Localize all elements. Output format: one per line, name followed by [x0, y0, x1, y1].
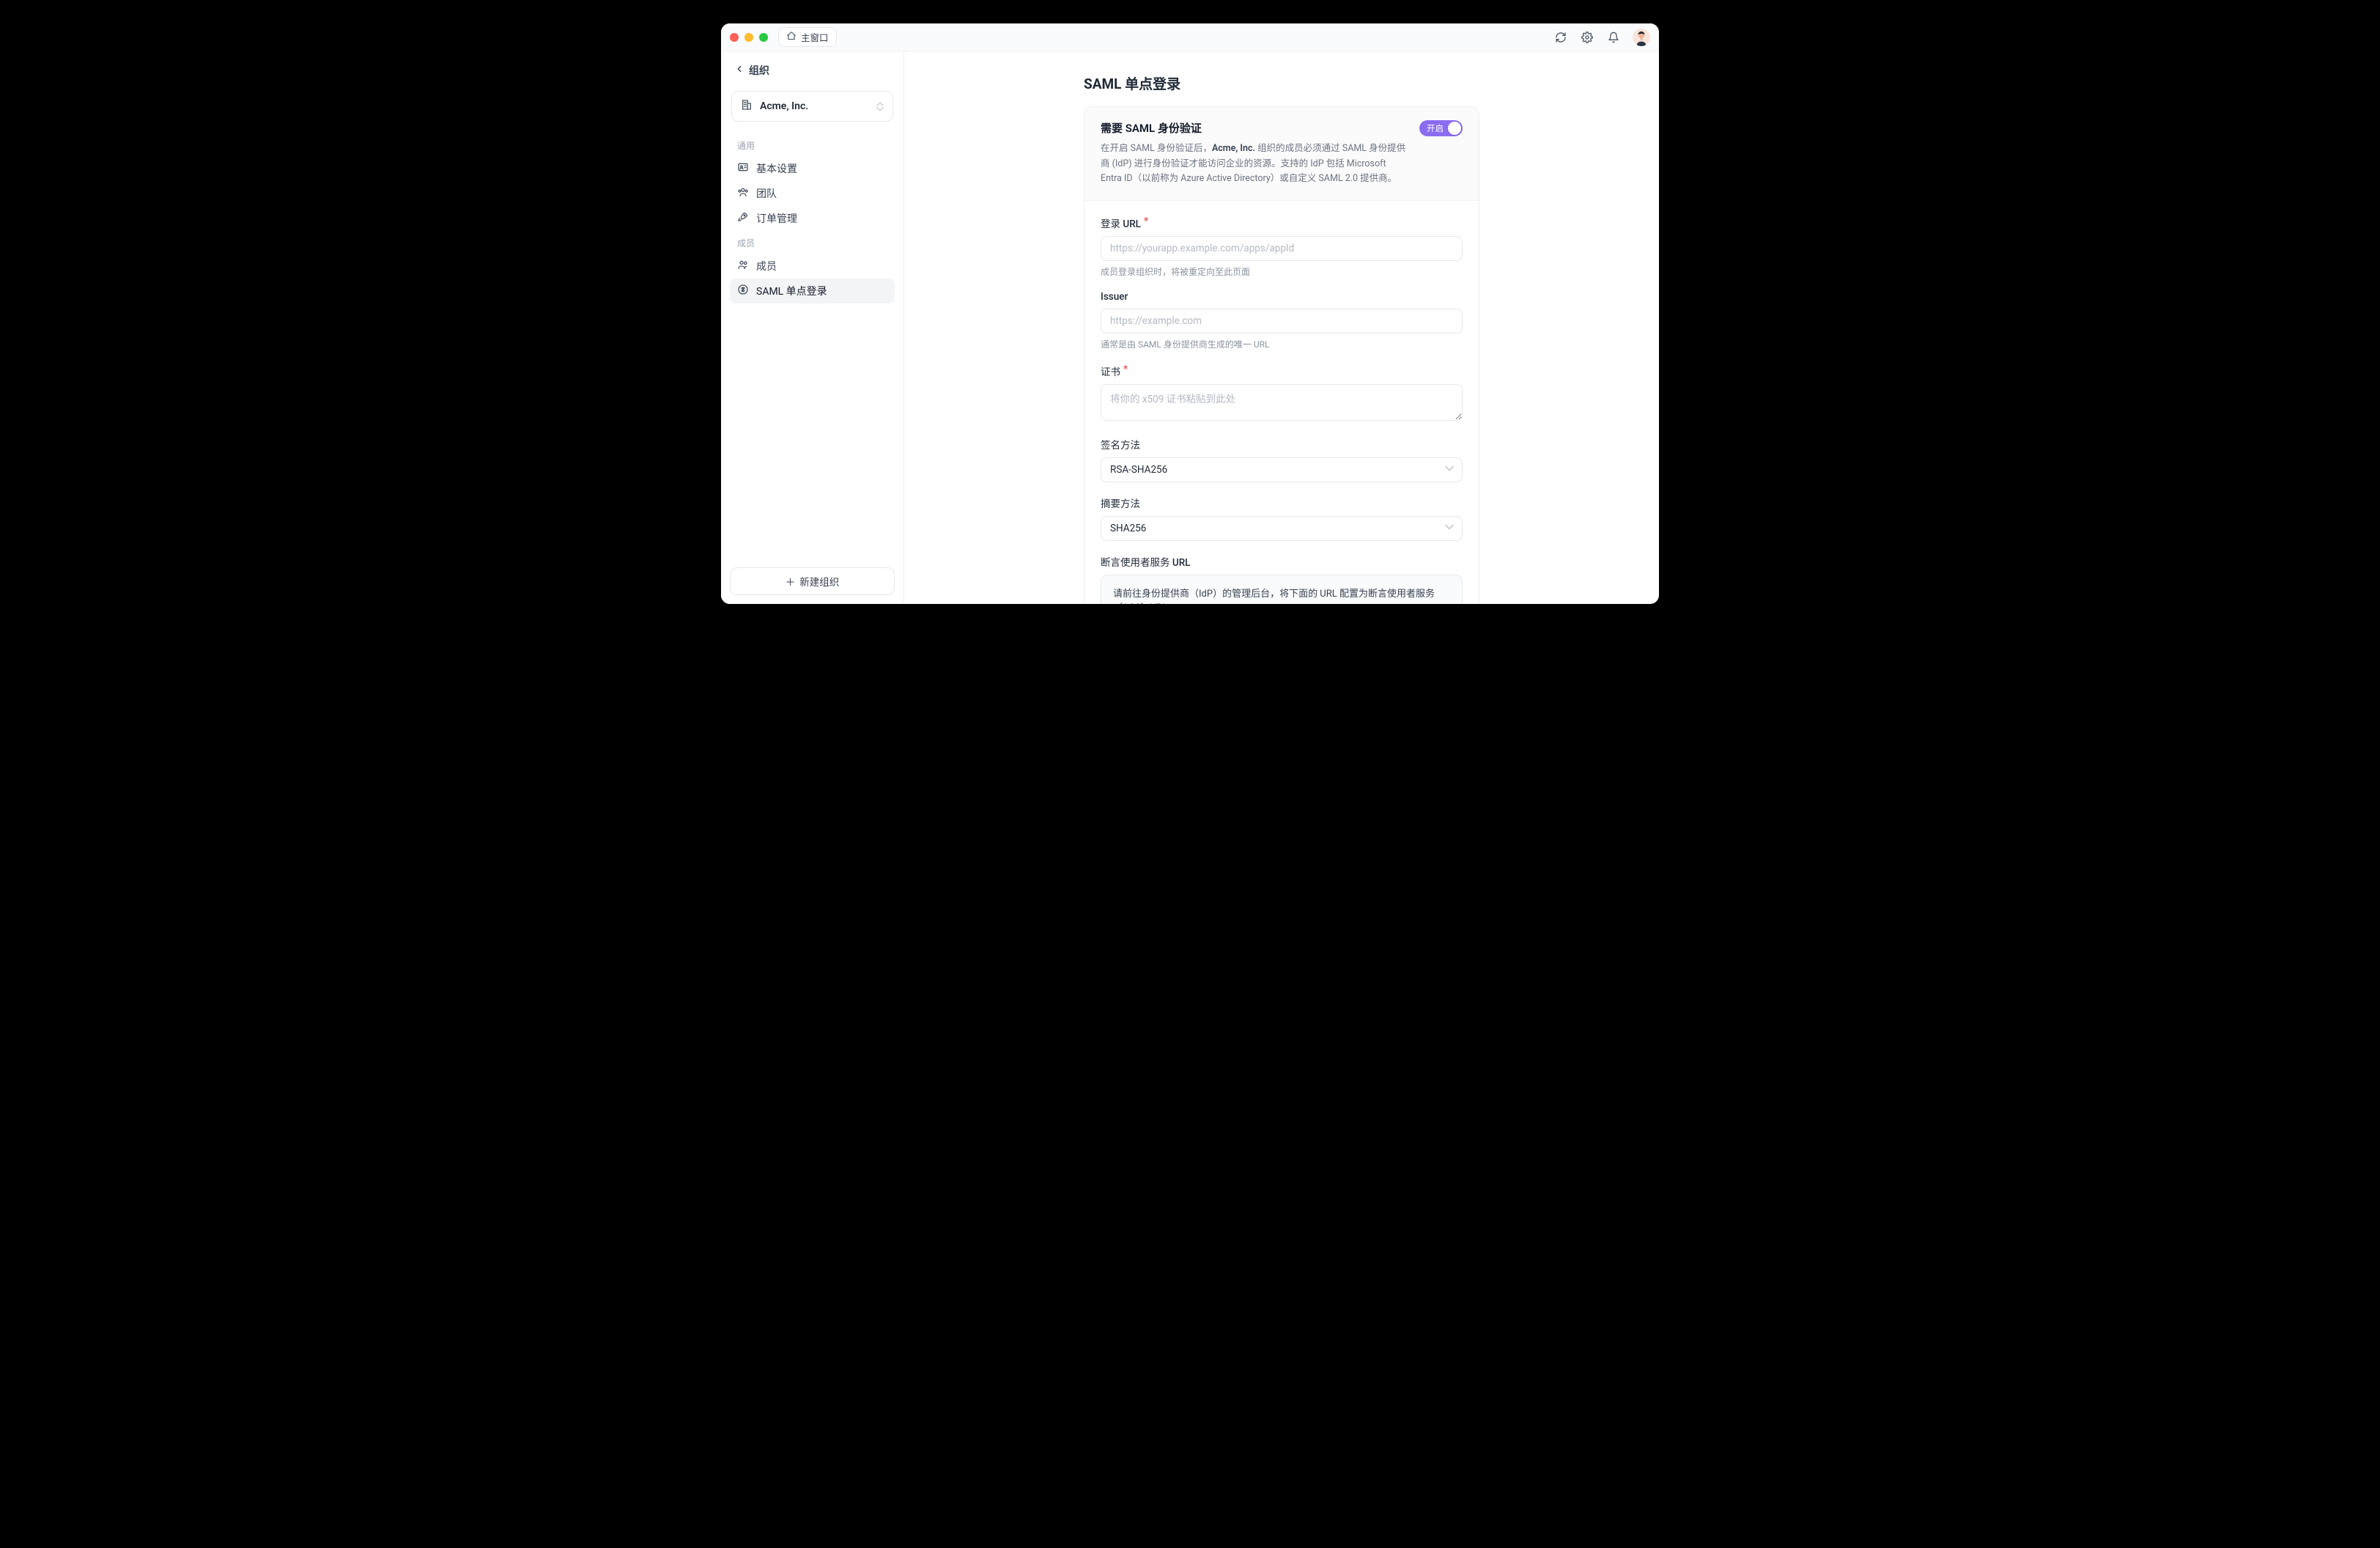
field-label: 登录 URL — [1101, 215, 1141, 230]
nav-orders[interactable]: 订单管理 — [730, 206, 895, 231]
main-content: SAML 单点登录 需要 SAML 身份验证 在开启 SAML 身份验证后，Ac… — [904, 51, 1659, 604]
section-members-label: 成员 — [730, 231, 895, 254]
building-icon — [741, 99, 753, 114]
id-card-icon — [737, 161, 749, 176]
digest-method-select[interactable]: SHA256 — [1101, 516, 1463, 541]
nav-saml-sso[interactable]: SAML 单点登录 — [730, 279, 895, 303]
sidebar: 组织 Acme, Inc. 通用 基本设置 团队 — [721, 51, 904, 604]
chevron-sort-icon — [876, 102, 884, 111]
zoom-window-dot[interactable] — [759, 33, 768, 42]
saml-settings-card: 需要 SAML 身份验证 在开启 SAML 身份验证后，Acme, Inc. 组… — [1084, 106, 1479, 604]
login-url-help: 成员登录组织时，将被重定向至此页面 — [1101, 265, 1463, 278]
page-title: SAML 单点登录 — [1084, 73, 1479, 93]
issuer-input[interactable] — [1101, 309, 1463, 333]
refresh-button[interactable] — [1551, 27, 1571, 48]
sso-icon — [737, 284, 749, 298]
signature-method-select[interactable]: RSA-SHA256 — [1101, 457, 1463, 482]
nav-basic-settings[interactable]: 基本设置 — [730, 156, 895, 181]
field-label: 断言使用者服务 URL — [1101, 554, 1190, 569]
titlebar: 主窗口 — [721, 23, 1659, 51]
login-url-input[interactable] — [1101, 236, 1463, 261]
user-avatar[interactable] — [1633, 29, 1650, 46]
field-login-url: 登录 URL* 成员登录组织时，将被重定向至此页面 — [1101, 215, 1463, 278]
acs-info-box: 请前往身份提供商（IdP）的管理后台，将下面的 URL 配置为断言使用者服务（A… — [1101, 575, 1463, 604]
field-label: 证书 — [1101, 364, 1120, 378]
section-general-label: 通用 — [730, 133, 895, 156]
issuer-help: 通常是由 SAML 身份提供商生成的唯一 URL — [1101, 338, 1463, 350]
nav-label: SAML 单点登录 — [756, 284, 827, 298]
field-label: 签名方法 — [1101, 437, 1140, 452]
field-issuer: Issuer 通常是由 SAML 身份提供商生成的唯一 URL — [1101, 291, 1463, 350]
breadcrumb-back[interactable]: 组织 — [730, 62, 895, 84]
required-marker: * — [1144, 215, 1148, 230]
home-icon — [786, 31, 797, 44]
users-icon — [737, 259, 749, 273]
field-acs-url: 断言使用者服务 URL 请前往身份提供商（IdP）的管理后台，将下面的 URL … — [1101, 554, 1463, 604]
chevron-left-icon — [734, 64, 744, 77]
field-certificate: 证书* — [1101, 364, 1463, 424]
field-signature-method: 签名方法 RSA-SHA256 — [1101, 437, 1463, 482]
team-icon — [737, 186, 749, 201]
nav-team[interactable]: 团队 — [730, 181, 895, 206]
breadcrumb-label: 组织 — [749, 63, 769, 78]
toggle-on-label: 开启 — [1427, 122, 1444, 134]
new-org-label: 新建组织 — [799, 574, 839, 589]
window-controls — [730, 33, 768, 42]
card-header: 需要 SAML 身份验证 在开启 SAML 身份验证后，Acme, Inc. 组… — [1084, 107, 1479, 201]
plus-icon: ＋ — [786, 574, 796, 589]
rocket-icon — [737, 211, 749, 226]
acs-description: 请前往身份提供商（IdP）的管理后台，将下面的 URL 配置为断言使用者服务（A… — [1113, 586, 1450, 604]
certificate-textarea[interactable] — [1101, 384, 1463, 421]
minimize-window-dot[interactable] — [744, 33, 753, 42]
app-window: 主窗口 组织 — [721, 23, 1659, 604]
toggle-knob — [1448, 122, 1461, 135]
nav-label: 基本设置 — [756, 161, 797, 176]
main-window-label: 主窗口 — [801, 30, 829, 44]
require-saml-title: 需要 SAML 身份验证 — [1101, 120, 1408, 136]
nav-label: 订单管理 — [756, 211, 797, 226]
settings-button[interactable] — [1577, 27, 1597, 48]
notifications-button[interactable] — [1603, 27, 1624, 48]
require-saml-desc: 在开启 SAML 身份验证后，Acme, Inc. 组织的成员必须通过 SAML… — [1101, 141, 1408, 187]
nav-label: 团队 — [756, 186, 777, 201]
field-digest-method: 摘要方法 SHA256 — [1101, 495, 1463, 541]
main-window-pill[interactable]: 主窗口 — [778, 27, 837, 47]
org-name: Acme, Inc. — [760, 100, 808, 112]
required-marker: * — [1123, 364, 1128, 378]
org-selector[interactable]: Acme, Inc. — [731, 91, 893, 122]
close-window-dot[interactable] — [730, 33, 739, 42]
new-org-button[interactable]: ＋ 新建组织 — [730, 567, 895, 595]
field-label: Issuer — [1101, 291, 1128, 303]
nav-label: 成员 — [756, 259, 777, 273]
require-saml-toggle[interactable]: 开启 — [1419, 120, 1463, 136]
field-label: 摘要方法 — [1101, 495, 1140, 510]
nav-members[interactable]: 成员 — [730, 254, 895, 279]
